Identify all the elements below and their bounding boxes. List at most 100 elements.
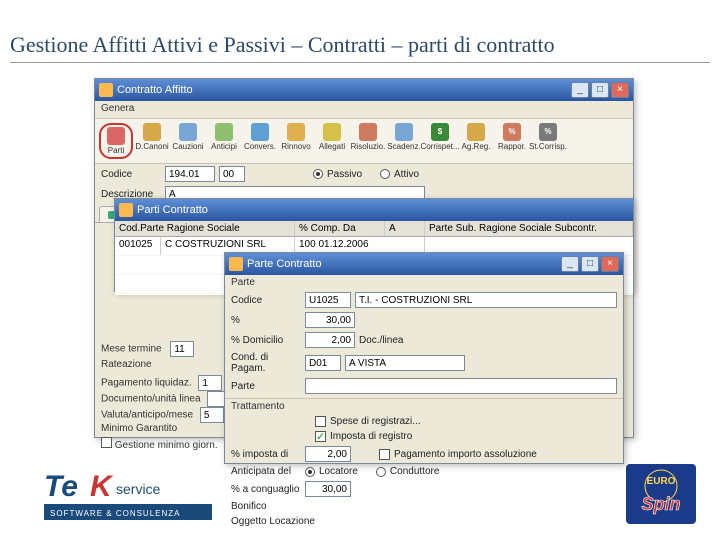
titlebar-parti[interactable]: Parti Contratto [115,199,633,221]
label-condpag: Cond. di Pagam. [231,352,301,374]
maximize-button[interactable]: □ [591,82,609,98]
percent2-icon: % [539,123,557,141]
radio-passivo[interactable] [313,169,323,179]
titlebar-parte[interactable]: Parte Contratto _ □ × [225,253,623,275]
label-oggetto: Oggetto Locazione [231,516,321,527]
toolbar-allegati[interactable]: Allegati [315,123,349,159]
input-conc[interactable] [305,481,351,497]
maximize-button[interactable]: □ [581,256,599,272]
logo-eurospin: EURO Spin [626,464,696,524]
label-doclinea: Doc./linea [359,335,403,346]
agreg-icon [467,123,485,141]
radio-conduttore[interactable] [376,467,386,477]
toolbar-scadenz[interactable]: Scadenz. [387,123,421,159]
label-codice: Codice [231,295,301,306]
toolbar-parti[interactable]: Parti [99,123,133,159]
minimize-button[interactable]: _ [561,256,579,272]
row-documento: Documento/unità linea [101,391,231,407]
toolbar-dcanoni[interactable]: D.Canoni [135,123,169,159]
input-impdi[interactable] [305,446,351,462]
input-condpag-txt[interactable] [345,355,465,371]
label-codice: Codice [101,169,161,180]
label-rateazione: Rateazione [101,359,152,370]
toolbar-rinnovo[interactable]: Rinnovo [279,123,313,159]
toolbar-anticipi[interactable]: Anticipi [207,123,241,159]
checkbox-imposta[interactable] [315,431,326,442]
svg-text:EURO: EURO [647,476,676,487]
risoluz-icon [359,123,377,141]
grid-header: Cod.Parte Ragione Sociale % Comp. Da A P… [115,221,633,237]
window-parte-contratto: Parte Contratto _ □ × Parte Codice % % D… [224,252,624,464]
col-ragione[interactable]: Cod.Parte Ragione Sociale [115,221,295,236]
scadenz-icon [395,123,413,141]
toolbar-risoluzione[interactable]: Risoluzio. [351,123,385,159]
titlebar-contratto[interactable]: Contratto Affitto _ □ × [95,79,633,101]
label-anticipata: Anticipata del [231,466,301,477]
logo-tekservice: Te K service SOFTWARE & CONSULENZA [44,468,214,524]
window-title: Contratto Affitto [117,84,193,96]
toolbar-agreg[interactable]: Ag.Reg. [459,123,493,159]
anticipi-icon [215,123,233,141]
label-domicilio: % Domicilio [231,335,301,346]
label-parte2: Parte [231,381,301,392]
svg-text:SOFTWARE & CONSULENZA: SOFTWARE & CONSULENZA [50,509,181,518]
window-title: Parte Contratto [247,258,322,270]
label-pct: % [231,315,301,326]
input-pct[interactable] [305,312,355,328]
people-icon [107,127,125,145]
col-a[interactable]: A [385,221,425,236]
label-minimo: Minimo Garantito [101,423,177,434]
checkbox-spese[interactable] [315,416,326,427]
input-condpag[interactable] [305,355,341,371]
col-sub[interactable]: Parte Sub. Ragione Sociale Subcontr. [425,221,633,236]
chk-gestmin: Gestione minimo giorn. [101,437,218,451]
svg-text:Te: Te [44,470,78,503]
canoni-icon [143,123,161,141]
label-bonifico: Bonifico [231,501,301,512]
toolbar-cauzioni[interactable]: Cauzioni [171,123,205,159]
input-codice-b[interactable] [219,166,245,182]
menubar[interactable]: Genera [95,101,633,119]
allegati-icon [323,123,341,141]
radio-attivo[interactable] [380,169,390,179]
close-button[interactable]: × [611,82,629,98]
input-mese[interactable] [170,341,194,357]
toolbar-rappor[interactable]: %Rappor. [495,123,529,159]
app-icon [99,83,113,97]
col-compda[interactable]: % Comp. Da [295,221,385,236]
convers-icon [251,123,269,141]
toolbar-convers[interactable]: Convers. [243,123,277,159]
slide-title: Gestione Affitti Attivi e Passivi – Cont… [10,32,710,63]
row-codice: Codice Passivo Attivo [95,164,633,184]
input-codice[interactable] [305,292,351,308]
window-title: Parti Contratto [137,204,208,216]
percent-icon: % [503,123,521,141]
svg-text:Spin: Spin [642,494,681,514]
input-parte2[interactable] [305,378,617,394]
cauzioni-icon [179,123,197,141]
label-mese: Mese termine [101,341,194,357]
group-parte: Parte [225,275,623,290]
toolbar-stcorrisp[interactable]: %St.Corrisp. [531,123,565,159]
logo-service-text: service [116,481,161,497]
svg-text:K: K [90,470,114,503]
row-pagamento: Pagamento liquidaz. [101,375,222,391]
input-pagamento[interactable] [198,375,222,391]
row-valuta: Valuta/anticipo/mese [101,407,224,423]
checkbox-pagimp[interactable] [379,449,390,460]
rinnovo-icon [287,123,305,141]
label-conc: % a conguaglio [231,484,301,495]
checkbox-gestmin[interactable] [101,437,112,448]
group-trattamento: Trattamento [225,398,623,414]
close-button[interactable]: × [601,256,619,272]
radio-locatore[interactable] [305,467,315,477]
minimize-button[interactable]: _ [571,82,589,98]
dollar-icon: $ [431,123,449,141]
label-impdi: % imposta di [231,449,301,460]
input-codice-a[interactable] [165,166,215,182]
toolbar-corrispet[interactable]: $Corrispet... [423,123,457,159]
input-codice-txt[interactable] [355,292,617,308]
input-valuta[interactable] [200,407,224,423]
app-icon [229,257,243,271]
input-domicilio[interactable] [305,332,355,348]
